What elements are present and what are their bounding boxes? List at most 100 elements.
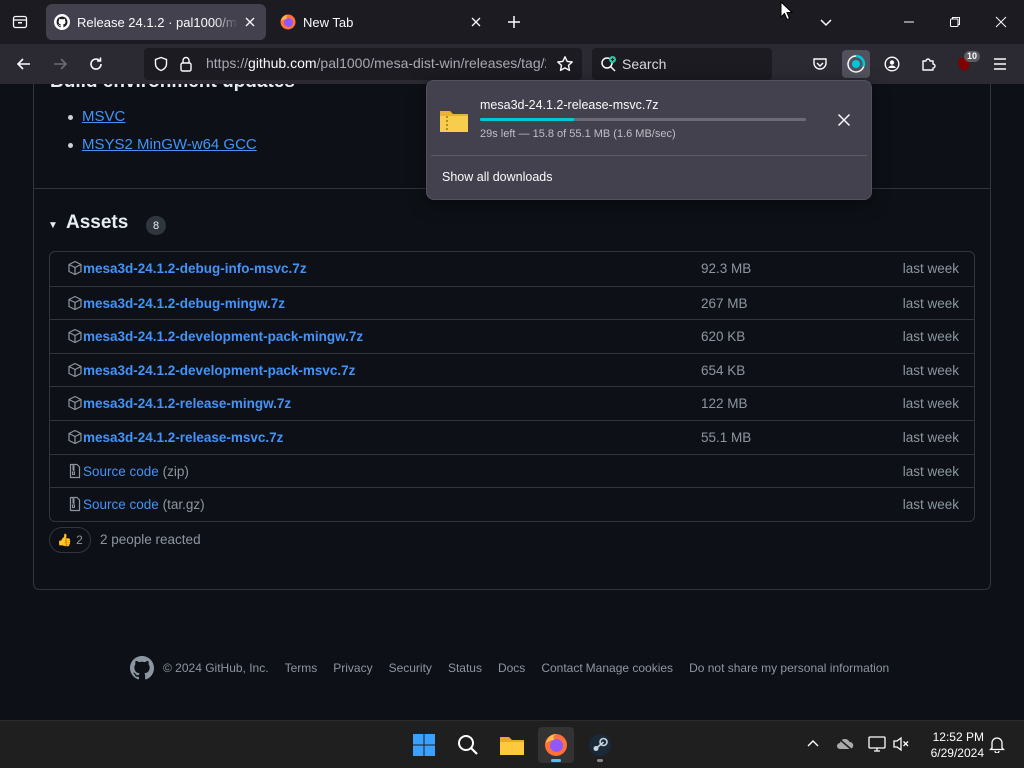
new-tab-button[interactable] bbox=[502, 10, 526, 34]
firefox-taskbar-button[interactable] bbox=[538, 727, 574, 763]
show-all-downloads-button[interactable]: Show all downloads bbox=[442, 170, 553, 184]
thumbs-up-reaction-button[interactable]: 👍 2 bbox=[49, 527, 91, 553]
asset-date: last week bbox=[902, 362, 959, 378]
footer-link-manage-cookies[interactable]: Manage cookies bbox=[586, 661, 673, 675]
msvc-link[interactable]: MSVC bbox=[82, 108, 125, 125]
table-row: mesa3d-24.1.2-release-mingw.7z 122 MB la… bbox=[50, 386, 974, 420]
asset-size: 654 KB bbox=[701, 362, 746, 378]
msys2-link[interactable]: MSYS2 MinGW-w64 GCC bbox=[82, 136, 257, 153]
running-app-indicator bbox=[597, 759, 603, 762]
forward-button[interactable] bbox=[46, 50, 74, 78]
tab-title: Release 24.1.2 · pal1000/mesa-dist-win bbox=[77, 14, 238, 30]
app-menu-button[interactable] bbox=[986, 50, 1014, 78]
download-filename[interactable]: mesa3d-24.1.2-release-msvc.7z bbox=[480, 98, 659, 112]
url-path: /pal1000/mesa-dist-win/releases/tag/24.1… bbox=[316, 55, 546, 71]
firefox-icon bbox=[545, 734, 567, 756]
steam-icon bbox=[589, 734, 611, 756]
network-icon bbox=[868, 736, 886, 752]
reload-button[interactable] bbox=[82, 50, 110, 78]
notifications-button[interactable] bbox=[986, 733, 1008, 755]
github-logo-icon[interactable] bbox=[130, 656, 154, 680]
url-text[interactable]: https://github.com/pal1000/mesa-dist-win… bbox=[206, 55, 546, 71]
plus-icon bbox=[508, 16, 520, 28]
search-bar[interactable]: Search bbox=[592, 48, 772, 80]
page-footer: © 2024 GitHub, Inc. Terms Privacy Securi… bbox=[130, 656, 905, 680]
close-icon bbox=[245, 17, 255, 27]
reaction-count: 2 bbox=[76, 533, 83, 547]
tracking-protection-shield-icon[interactable] bbox=[153, 56, 169, 72]
asset-link[interactable]: mesa3d-24.1.2-development-pack-mingw.7z bbox=[83, 329, 363, 344]
asset-link[interactable]: mesa3d-24.1.2-debug-mingw.7z bbox=[83, 296, 285, 311]
volume-tray-icon[interactable] bbox=[890, 733, 912, 755]
build-environment-heading: Build environment updates bbox=[50, 84, 295, 93]
table-row: mesa3d-24.1.2-development-pack-mingw.7z … bbox=[50, 319, 974, 353]
footer-link-status[interactable]: Status bbox=[448, 661, 482, 675]
asset-link[interactable]: mesa3d-24.1.2-debug-info-msvc.7z bbox=[83, 261, 307, 276]
download-status: 29s left — 15.8 of 55.1 MB (1.6 MB/sec) bbox=[480, 128, 676, 140]
pocket-icon bbox=[813, 58, 827, 70]
asset-name: Source code bbox=[83, 463, 159, 479]
start-button[interactable] bbox=[406, 727, 442, 763]
list-all-tabs-button[interactable] bbox=[8, 10, 32, 34]
asset-link[interactable]: mesa3d-24.1.2-release-msvc.7z bbox=[83, 430, 283, 445]
footer-link-contact[interactable]: Contact bbox=[541, 661, 582, 675]
archive-file-icon[interactable] bbox=[439, 107, 469, 133]
asset-ext: (tar.gz) bbox=[162, 497, 205, 513]
package-icon bbox=[68, 362, 82, 377]
bookmark-star-icon[interactable] bbox=[556, 55, 574, 73]
package-icon bbox=[68, 429, 82, 445]
source-code-zip-link[interactable]: Source code (zip) bbox=[83, 464, 189, 479]
network-tray-icon[interactable] bbox=[866, 733, 888, 755]
asset-link[interactable]: mesa3d-24.1.2-development-pack-msvc.7z bbox=[83, 363, 355, 378]
cloud-off-icon bbox=[837, 737, 854, 751]
close-window-button[interactable] bbox=[978, 0, 1024, 44]
footer-link-docs[interactable]: Docs bbox=[498, 661, 525, 675]
table-row: mesa3d-24.1.2-debug-mingw.7z 267 MB last… bbox=[50, 285, 974, 320]
tab-overflow-button[interactable] bbox=[814, 10, 838, 34]
hamburger-menu-icon bbox=[994, 58, 1006, 70]
arrow-right-icon bbox=[54, 58, 68, 70]
assets-toggle-triangle-icon[interactable]: ▼ bbox=[48, 220, 58, 231]
file-explorer-button[interactable] bbox=[494, 727, 530, 763]
asset-size: 122 MB bbox=[701, 396, 748, 412]
cancel-download-button[interactable] bbox=[831, 107, 857, 133]
extension-badge: 10 bbox=[963, 51, 980, 62]
puzzle-icon bbox=[922, 58, 936, 71]
steam-taskbar-button[interactable] bbox=[582, 727, 618, 763]
minimize-icon bbox=[904, 21, 914, 23]
footer-link-security[interactable]: Security bbox=[389, 661, 432, 675]
footer-link-privacy[interactable]: Privacy bbox=[333, 661, 372, 675]
restore-button[interactable] bbox=[932, 0, 978, 44]
close-icon bbox=[995, 16, 1007, 28]
close-icon bbox=[837, 113, 851, 127]
table-row: Source code (tar.gz) last week bbox=[50, 487, 974, 521]
asset-date: last week bbox=[902, 295, 959, 311]
close-tab-button[interactable] bbox=[238, 10, 262, 34]
account-button[interactable] bbox=[878, 50, 906, 78]
show-hidden-icons-button[interactable] bbox=[802, 733, 824, 755]
back-button[interactable] bbox=[10, 50, 38, 78]
search-taskbar-button[interactable] bbox=[450, 727, 486, 763]
source-code-targz-link[interactable]: Source code (tar.gz) bbox=[83, 497, 205, 512]
footer-copyright: © 2024 GitHub, Inc. bbox=[163, 661, 269, 675]
tab-github-release[interactable]: Release 24.1.2 · pal1000/mesa-dist-win bbox=[46, 4, 266, 40]
footer-link-do-not-share[interactable]: Do not share my personal information bbox=[689, 661, 889, 675]
tab-new-tab[interactable]: New Tab bbox=[272, 4, 492, 40]
taskbar-clock[interactable]: 12:52 PM 6/29/2024 bbox=[918, 729, 984, 761]
lock-icon[interactable] bbox=[179, 56, 193, 72]
downloads-button[interactable] bbox=[842, 50, 870, 78]
assets-heading[interactable]: Assets bbox=[66, 212, 128, 234]
table-row: Source code (zip) last week bbox=[50, 453, 974, 488]
extensions-button[interactable] bbox=[914, 50, 942, 78]
reaction-summary: 2 people reacted bbox=[100, 532, 201, 547]
thumbs-up-icon: 👍 bbox=[57, 533, 73, 547]
package-icon bbox=[68, 396, 82, 411]
close-tab-button[interactable] bbox=[464, 10, 488, 34]
url-bar[interactable]: https://github.com/pal1000/mesa-dist-win… bbox=[144, 48, 582, 80]
onedrive-tray-icon[interactable] bbox=[834, 733, 856, 755]
minimize-button[interactable] bbox=[886, 0, 932, 44]
footer-link-terms[interactable]: Terms bbox=[285, 661, 318, 675]
asset-link[interactable]: mesa3d-24.1.2-release-mingw.7z bbox=[83, 396, 291, 411]
ublock-extension-button[interactable]: 10 bbox=[950, 50, 980, 78]
pocket-button[interactable] bbox=[806, 50, 834, 78]
